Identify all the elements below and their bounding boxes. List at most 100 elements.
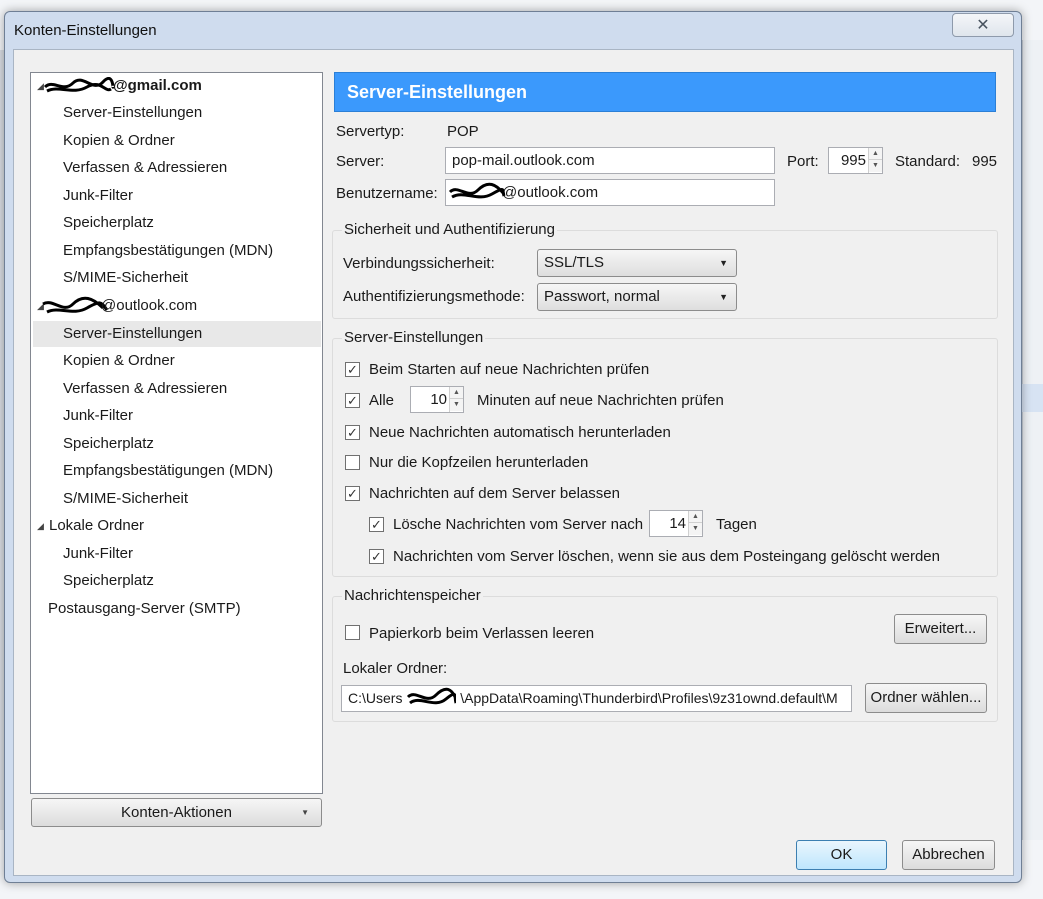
tree-account-outlook[interactable]: ◢ @outlook.com xyxy=(33,293,321,319)
message-storage-group: Nachrichtenspeicher Papierkorb beim Verl… xyxy=(332,587,998,722)
spin-down-icon[interactable]: ▼ xyxy=(869,160,882,172)
dialog-client-area: ◢ @gmail.com Server-Einstellungen Kopien… xyxy=(13,49,1014,876)
auth-method-value: Passwort, normal xyxy=(544,288,660,305)
connection-security-value: SSL/TLS xyxy=(544,254,605,271)
check-interval-value: 10 xyxy=(430,391,447,408)
spin-up-icon[interactable]: ▲ xyxy=(869,148,882,160)
empty-trash-checkbox[interactable] xyxy=(345,625,360,640)
server-settings-group: Server-Einstellungen ✓ Beim Starten auf … xyxy=(332,329,998,577)
spin-up-icon[interactable]: ▲ xyxy=(450,387,463,399)
tree-label: Lokale Ordner xyxy=(49,517,145,534)
tree-item-server-settings-selected[interactable]: Server-Einstellungen xyxy=(33,321,321,347)
connection-security-select[interactable]: SSL/TLS ▼ xyxy=(537,249,737,277)
tree-item-copies-folders[interactable]: Kopien & Ordner xyxy=(63,128,175,154)
server-field[interactable]: pop-mail.outlook.com xyxy=(445,147,775,174)
account-actions-label: Konten-Aktionen xyxy=(121,804,232,821)
username-field[interactable]: @outlook.com xyxy=(445,179,775,206)
tree-item-composition[interactable]: Verfassen & Adressieren xyxy=(63,376,227,402)
choose-folder-button[interactable]: Ordner wählen... xyxy=(865,683,987,713)
server-type-value: POP xyxy=(447,123,479,140)
background-right-selection xyxy=(1022,384,1043,412)
tree-item-smime[interactable]: S/MIME-Sicherheit xyxy=(63,486,188,512)
local-folder-path-prefix: C:\Users xyxy=(348,690,403,706)
delete-when-removed-label: Nachrichten vom Server löschen, wenn sie… xyxy=(393,548,940,565)
redaction-scribble xyxy=(43,77,115,93)
local-folder-path-suffix: \AppData\Roaming\Thunderbird\Profiles\9z… xyxy=(460,690,838,706)
auth-method-label: Authentifizierungsmethode: xyxy=(343,288,525,305)
check-interval-stepper[interactable]: 10 ▲ ▼ xyxy=(410,386,464,413)
delete-days-value: 14 xyxy=(669,515,686,532)
tree-item-copies-folders[interactable]: Kopien & Ordner xyxy=(63,348,175,374)
check-startup-checkbox[interactable]: ✓ xyxy=(345,362,360,377)
port-value: 995 xyxy=(840,152,866,169)
account-actions-button[interactable]: Konten-Aktionen ▼ xyxy=(31,798,322,827)
delete-after-checkbox[interactable]: ✓ xyxy=(369,517,384,532)
delete-after-suffix: Tagen xyxy=(716,516,757,533)
delete-days-stepper[interactable]: 14 ▲ ▼ xyxy=(649,510,703,537)
headers-only-label: Nur die Kopfzeilen herunterladen xyxy=(369,454,589,471)
delete-after-prefix: Lösche Nachrichten vom Server nach xyxy=(393,516,644,533)
close-button[interactable]: ✕ xyxy=(952,13,1014,37)
tree-label: @outlook.com xyxy=(101,297,198,314)
auto-download-label: Neue Nachrichten automatisch herunterlad… xyxy=(369,424,671,441)
headers-only-checkbox[interactable] xyxy=(345,455,360,470)
account-settings-dialog: Konten-Einstellungen ✕ ◢ @gmail.com Serv… xyxy=(4,11,1022,883)
standard-label: Standard: xyxy=(895,153,961,170)
check-every-checkbox[interactable]: ✓ xyxy=(345,393,360,408)
username-label: Benutzername: xyxy=(336,185,438,202)
tree-item-junk[interactable]: Junk-Filter xyxy=(63,403,133,429)
auto-download-checkbox[interactable]: ✓ xyxy=(345,425,360,440)
port-label: Port: xyxy=(787,153,819,170)
server-settings-group-title: Server-Einstellungen xyxy=(342,329,486,346)
tree-item-server-settings[interactable]: Server-Einstellungen xyxy=(63,100,202,126)
expand-triangle-icon[interactable]: ◢ xyxy=(37,513,44,539)
background-right-strip xyxy=(1022,40,1043,840)
redaction-scribble xyxy=(448,182,506,199)
advanced-button[interactable]: Erweitert... xyxy=(894,614,987,644)
tree-item-storage[interactable]: Speicherplatz xyxy=(63,210,154,236)
tree-item-receipts[interactable]: Empfangsbestätigungen (MDN) xyxy=(63,458,273,484)
tree-item-storage[interactable]: Speicherplatz xyxy=(63,431,154,457)
check-every-prefix: Alle xyxy=(369,392,395,409)
tree-item-junk[interactable]: Junk-Filter xyxy=(63,541,133,567)
auth-method-select[interactable]: Passwort, normal ▼ xyxy=(537,283,737,311)
security-group: Sicherheit und Authentifizierung Verbind… xyxy=(332,221,998,319)
check-every-suffix: Minuten auf neue Nachrichten prüfen xyxy=(477,392,724,409)
tree-item-junk[interactable]: Junk-Filter xyxy=(63,183,133,209)
spin-up-icon[interactable]: ▲ xyxy=(689,511,702,523)
local-folder-path-field[interactable]: C:\Users \AppData\Roaming\Thunderbird\Pr… xyxy=(341,685,852,712)
dropdown-arrow-icon: ▼ xyxy=(719,258,728,268)
tree-item-storage[interactable]: Speicherplatz xyxy=(63,568,154,594)
server-label: Server: xyxy=(336,153,385,170)
spin-down-icon[interactable]: ▼ xyxy=(450,399,463,411)
leave-on-server-checkbox[interactable]: ✓ xyxy=(345,486,360,501)
dropdown-arrow-icon: ▼ xyxy=(719,292,728,302)
redaction-scribble xyxy=(407,688,457,705)
cancel-button[interactable]: Abbrechen xyxy=(902,840,995,870)
check-startup-label: Beim Starten auf neue Nachrichten prüfen xyxy=(369,361,650,378)
tree-account-gmail[interactable]: ◢ @gmail.com xyxy=(33,73,321,99)
username-value: @outlook.com xyxy=(502,184,599,201)
spin-down-icon[interactable]: ▼ xyxy=(689,523,702,535)
tree-item-smtp[interactable]: Postausgang-Server (SMTP) xyxy=(48,596,241,622)
close-icon: ✕ xyxy=(976,17,990,34)
message-storage-group-title: Nachrichtenspeicher xyxy=(342,587,483,604)
port-stepper[interactable]: 995 ▲ ▼ xyxy=(828,147,883,174)
delete-when-removed-checkbox[interactable]: ✓ xyxy=(369,549,384,564)
security-group-title: Sicherheit und Authentifizierung xyxy=(342,221,557,238)
tree-item-receipts[interactable]: Empfangsbestätigungen (MDN) xyxy=(63,238,273,264)
leave-on-server-label: Nachrichten auf dem Server belassen xyxy=(369,485,620,502)
standard-value: 995 xyxy=(972,153,998,170)
tree-item-smime[interactable]: S/MIME-Sicherheit xyxy=(63,265,188,291)
connection-security-label: Verbindungssicherheit: xyxy=(343,255,495,272)
account-tree[interactable]: ◢ @gmail.com Server-Einstellungen Kopien… xyxy=(30,72,323,794)
empty-trash-label: Papierkorb beim Verlassen leeren xyxy=(369,625,595,642)
page-title: Server-Einstellungen xyxy=(334,72,996,112)
tree-label: @gmail.com xyxy=(113,77,202,94)
window-title: Konten-Einstellungen xyxy=(14,22,157,39)
ok-button[interactable]: OK xyxy=(796,840,887,870)
server-type-label: Servertyp: xyxy=(336,123,405,140)
tree-local-folders[interactable]: ◢ Lokale Ordner xyxy=(33,513,321,539)
dropdown-arrow-icon: ▼ xyxy=(301,808,309,817)
tree-item-composition[interactable]: Verfassen & Adressieren xyxy=(63,155,227,181)
